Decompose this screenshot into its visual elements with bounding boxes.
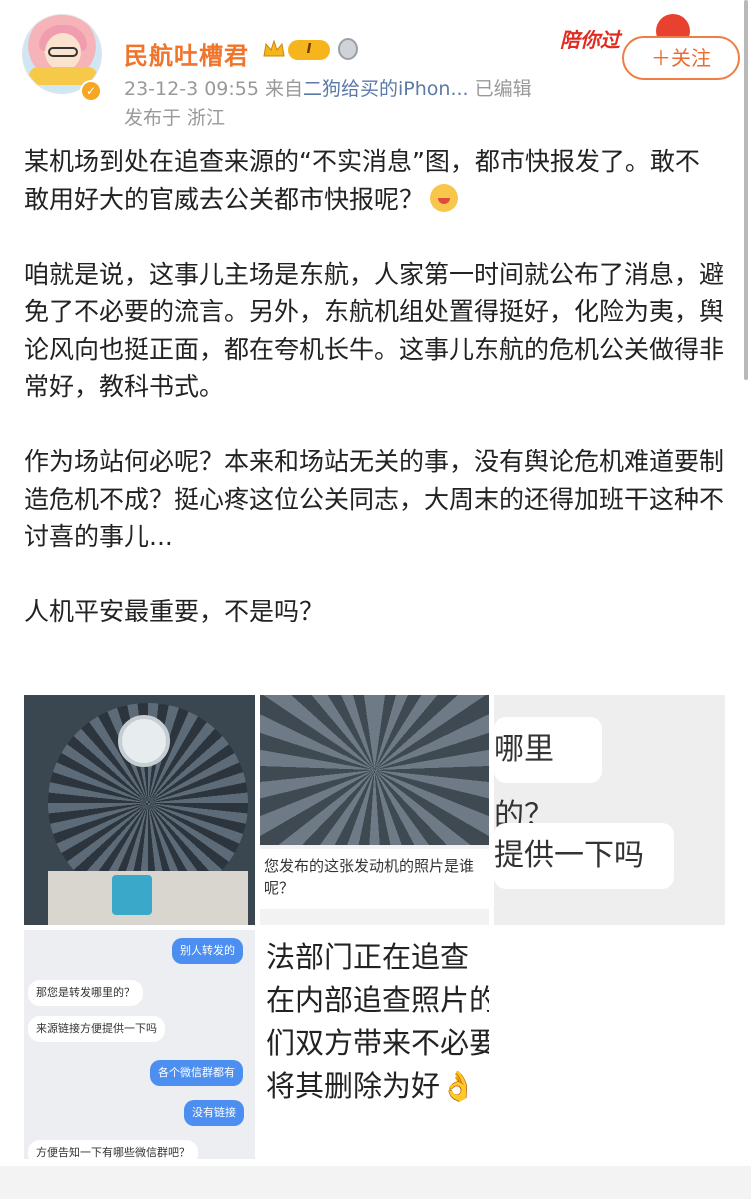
yum-emoji-icon (430, 183, 459, 212)
chat-bubble-left: 方便告知一下有哪些微信群吧？ (28, 1140, 198, 1159)
caption-line: 您发布的这张发动机的照片是谁 (264, 857, 475, 875)
post-location: 发布于 浙江 (124, 107, 226, 129)
post-header: ✓ 民航吐槽君 I 23-12-3 09:55 来自二狗给买的iPhon... … (0, 0, 751, 135)
paragraph: 作为场站何必呢？本来和场站无关的事，没有舆论危机难道要制造危机不成？挺心疼这位公… (24, 447, 725, 551)
image-chat-screenshot-2[interactable]: 哪里的？ 提供一下吗 (494, 695, 725, 925)
text-line: 将其删除为好👌 (266, 1069, 477, 1103)
text-line: 在内部追查照片的 (266, 983, 489, 1017)
image-chat-screenshot-1[interactable]: 您发布的这张发动机的照片是谁 呢？ (260, 695, 489, 925)
paragraph-text: 某机场到处在追查来源的“不实消息”图，都市快报发了。敢不敢用好大的官威去公关都市… (24, 147, 700, 214)
chat-bubble-right: 各个微信群都有 (150, 1060, 243, 1086)
chat-bubble-right: 别人转发的 (172, 938, 243, 964)
chat-bubble: 哪里的？ (494, 717, 602, 833)
chat-caption: 您发布的这张发动机的照片是谁 呢？ (260, 849, 489, 909)
post-body: 某机场到处在追查来源的“不实消息”图，都市快报发了。敢不敢用好大的官威去公关都市… (24, 143, 724, 668)
caption-line: 呢？ (264, 879, 295, 897)
edited-label: 已编辑 (474, 78, 532, 100)
bucket (112, 875, 152, 915)
level-badge: I (288, 40, 330, 60)
image-chat-screenshot-3[interactable]: 别人转发的 那您是转发哪里的？ 来源链接方便提供一下吗 各个微信群都有 没有链接… (24, 930, 255, 1159)
post-date: 23-12-3 09:55 (124, 78, 259, 100)
source-prefix: 来自 (265, 78, 304, 100)
image-text-screenshot[interactable]: 法部门正在追查 在内部追查照片的 们双方带来不必要 将其删除为好👌 (260, 930, 489, 1159)
verified-badge-icon: ✓ (80, 80, 102, 102)
follow-button[interactable]: ＋关注 (622, 36, 740, 80)
scrollbar[interactable] (744, 0, 748, 380)
paragraph: 某机场到处在追查来源的“不实消息”图，都市快报发了。敢不敢用好大的官威去公关都市… (24, 143, 724, 218)
chat-bubble-left: 那您是转发哪里的？ (28, 980, 143, 1006)
post-meta: 23-12-3 09:55 来自二狗给买的iPhon... 已编辑 (124, 74, 532, 101)
avatar-glasses (48, 47, 78, 57)
text-line: 们双方带来不必要 (266, 1026, 489, 1060)
chat-bubble-right: 没有链接 (184, 1100, 244, 1126)
medal-icon (338, 38, 358, 60)
paragraph: 人机平安最重要，不是吗？ (24, 597, 325, 626)
image-engine-photo[interactable] (24, 695, 255, 925)
engine-spinner (118, 715, 170, 767)
source-device-link[interactable]: 二狗给买的iPhon... (303, 78, 469, 100)
paragraph: 咱就是说，这事儿主场是东航，人家第一时间就公布了消息，避免了不必要的流言。另外，… (24, 259, 725, 402)
chat-bubble-left: 来源链接方便提供一下吗 (28, 1016, 165, 1042)
crown-icon (263, 39, 285, 57)
username[interactable]: 民航吐槽君 (124, 36, 249, 71)
footer-bar (0, 1166, 751, 1199)
text-line: 法部门正在追查 (266, 940, 470, 974)
screenshot-text: 法部门正在追查 在内部追查照片的 们双方带来不必要 将其删除为好👌 (266, 936, 489, 1108)
promo-text: 陪你过 (560, 28, 620, 52)
engine-thumbnail (260, 695, 489, 845)
chat-bubble: 提供一下吗 (494, 823, 674, 889)
